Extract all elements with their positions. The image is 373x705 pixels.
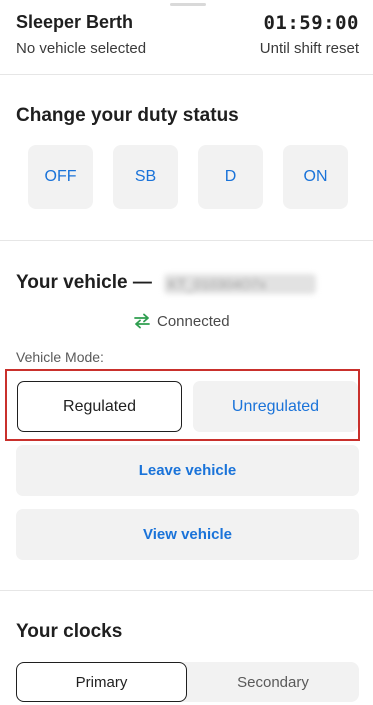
your-vehicle-title: Your vehicle —	[16, 272, 152, 293]
connection-status: Connected	[133, 311, 230, 331]
duty-status-title: Change your duty status	[16, 105, 239, 126]
vehicle-mode-label: Vehicle Mode:	[16, 349, 104, 365]
current-status-title: Sleeper Berth	[16, 12, 134, 32]
unregulated-mode-button[interactable]: Unregulated	[193, 381, 358, 432]
duty-on-button[interactable]: ON	[283, 145, 348, 209]
shift-reset-clock: 01:59:00	[263, 12, 359, 34]
vehicle-name-redacted: KT_010304O7x	[164, 274, 316, 294]
divider	[0, 590, 373, 591]
vehicle-subtitle: No vehicle selected	[16, 40, 147, 57]
duty-sb-button[interactable]: SB	[113, 145, 178, 209]
your-clocks-title: Your clocks	[16, 621, 123, 642]
regulated-mode-button[interactable]: Regulated	[17, 381, 182, 432]
status-header: Sleeper Berth No vehicle selected 01:59:…	[0, 0, 373, 74]
view-vehicle-button[interactable]: View vehicle	[16, 509, 359, 560]
tab-secondary[interactable]: Secondary	[187, 662, 359, 702]
connection-status-label: Connected	[157, 312, 230, 330]
duty-d-button[interactable]: D	[198, 145, 263, 209]
swap-arrows-icon	[133, 312, 151, 330]
clock-tab-switcher: Primary Secondary	[16, 662, 359, 702]
divider	[0, 240, 373, 241]
duty-off-button[interactable]: OFF	[28, 145, 93, 209]
leave-vehicle-button[interactable]: Leave vehicle	[16, 445, 359, 496]
tab-primary[interactable]: Primary	[16, 662, 187, 702]
divider	[0, 74, 373, 75]
clock-subtitle: Until shift reset	[259, 40, 359, 57]
